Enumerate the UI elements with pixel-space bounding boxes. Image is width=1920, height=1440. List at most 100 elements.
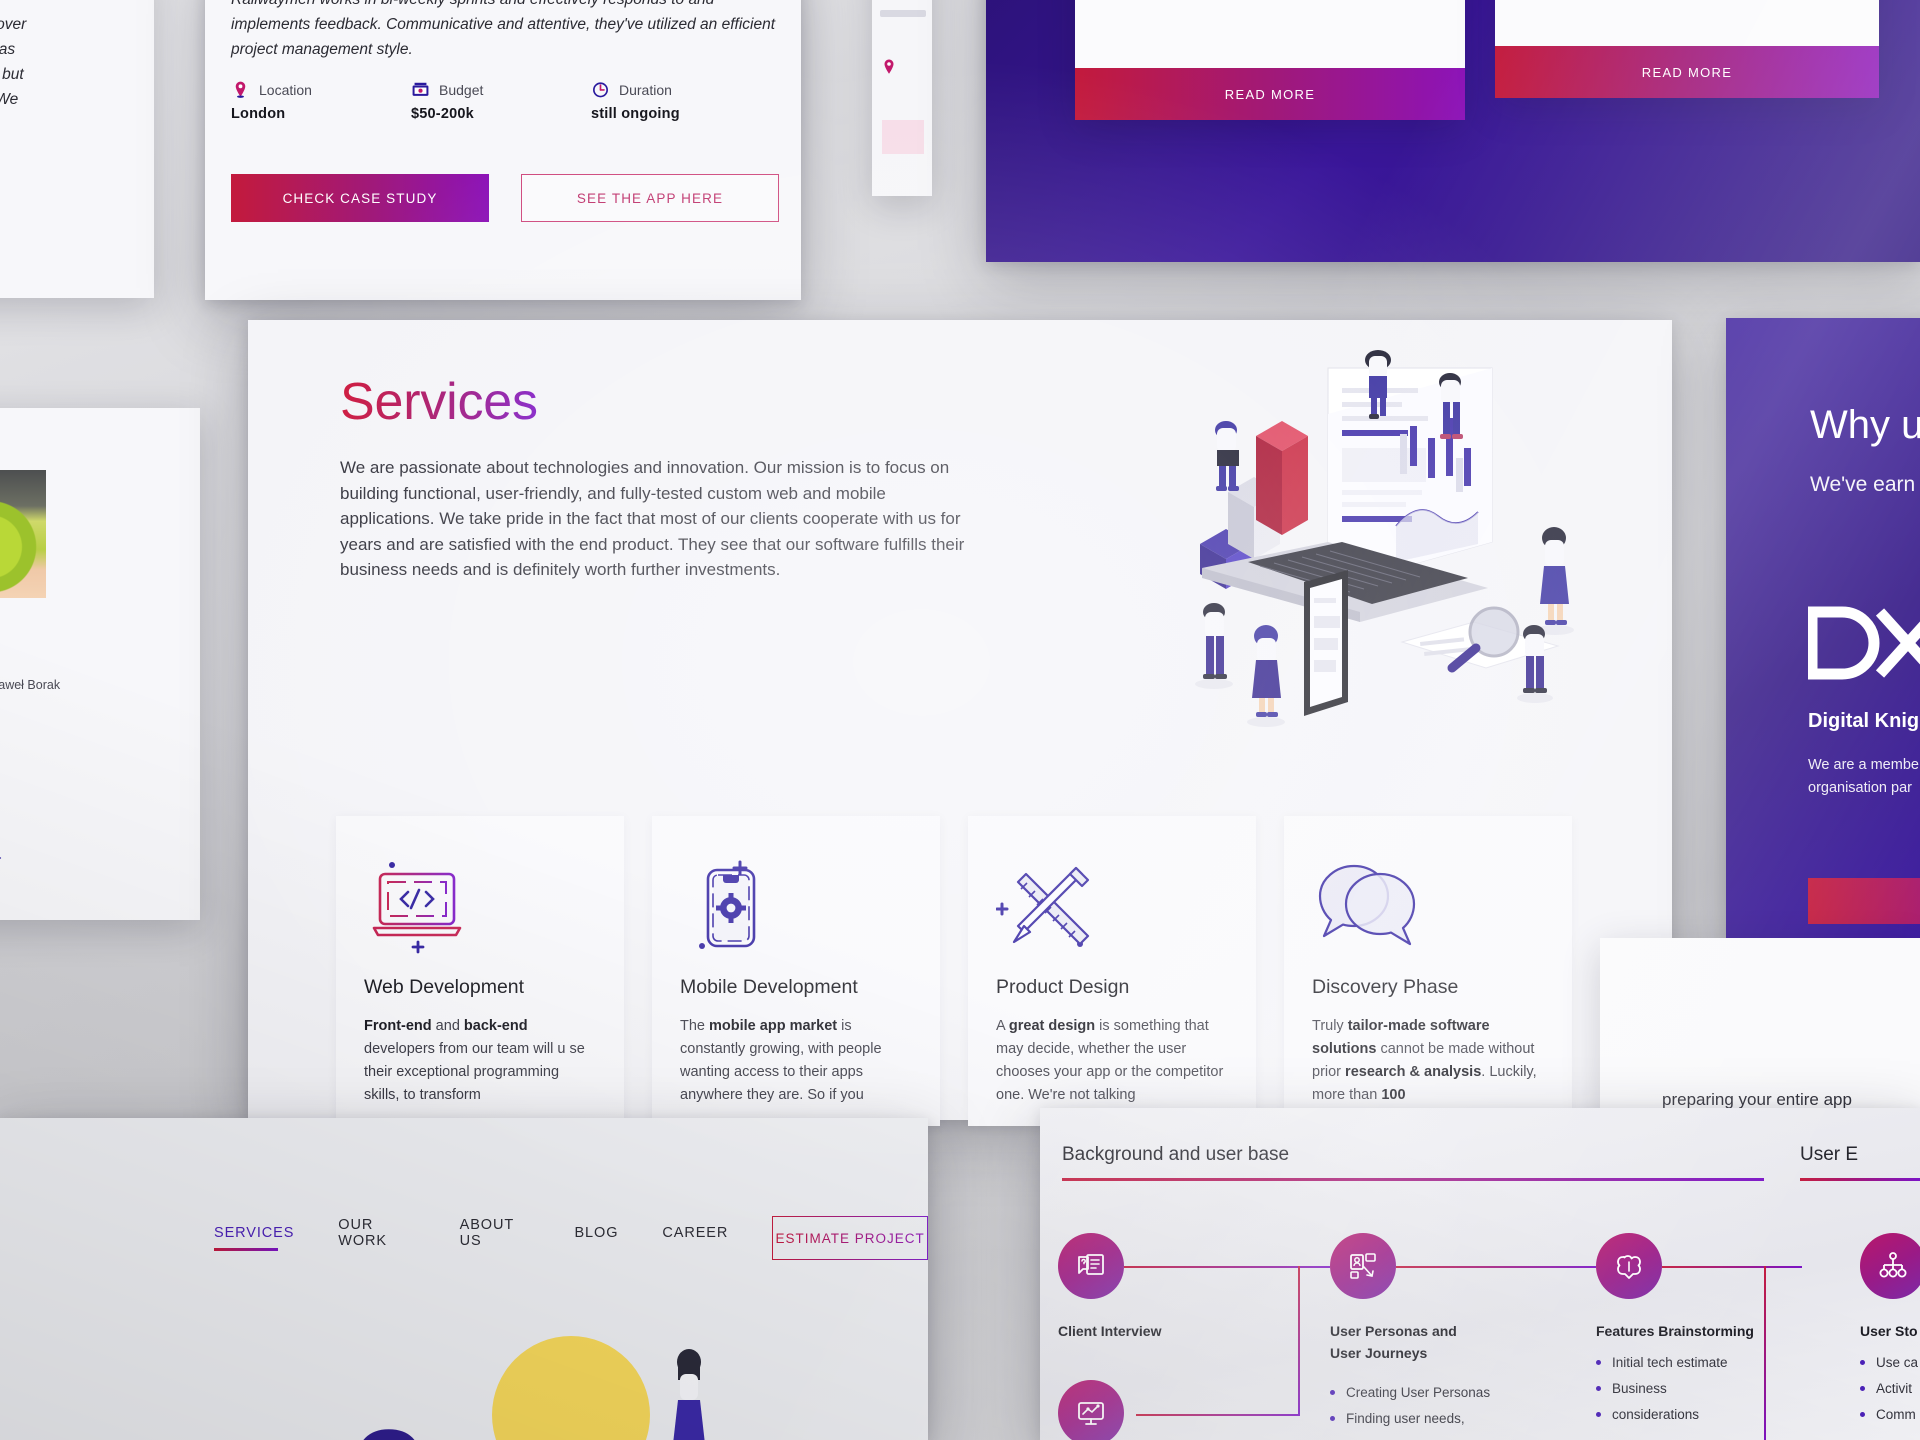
list-item: Finding user needs, [1330, 1406, 1520, 1432]
list-item: Activit [1860, 1376, 1920, 1402]
service-card-title: Mobile Development [680, 976, 858, 998]
brainstorming-icon [1617, 1255, 1641, 1279]
why-us-title: Why u [1810, 403, 1920, 447]
service-card-body: A great design is something that may dec… [996, 1018, 1224, 1103]
see-the-app-here-button[interactable]: SEE THE APP HERE [521, 174, 779, 222]
nav-item-about-us[interactable]: ABOUT US [460, 1217, 531, 1259]
partial-card-behind [872, 0, 932, 196]
process-label-client-interview: Client Interview [1058, 1323, 1162, 1339]
process-bullets-user-personas: Creating User Personas Finding user need… [1330, 1380, 1520, 1432]
blog-excerpt: ed their ne perspective [0, 774, 98, 818]
meta-budget-value: $50-200k [411, 106, 474, 122]
service-card-body: Truly tailor-made software solutions can… [1312, 1018, 1537, 1103]
why-us-cta-button[interactable] [1808, 878, 1920, 924]
hero-person-illustration [673, 1349, 705, 1440]
meta-location-value: London [231, 106, 286, 122]
blog-top-text: r how to [0, 386, 180, 403]
service-card-body: The mobile app market is constantly grow… [680, 1018, 882, 1103]
process-node-user-stories[interactable] [1860, 1233, 1920, 1299]
list-item: Initial tech estimate [1596, 1350, 1776, 1376]
clock-icon [593, 82, 608, 98]
service-card-title: Product Design [996, 976, 1130, 998]
nav-item-blog[interactable]: BLOG [574, 1225, 618, 1251]
analytics-monitor-icon [1078, 1402, 1104, 1425]
case-study-button-row: CHECK CASE STUDY SEE THE APP HERE [231, 174, 779, 222]
process-label-user-personas: User Personas and User Journeys [1330, 1323, 1457, 1361]
blog-author: Paweł Borak [0, 678, 61, 692]
process-label-features-brainstorming: Features Brainstorming [1596, 1323, 1754, 1339]
meta-budget-label: Budget [439, 81, 484, 98]
hero-letter: o [352, 1384, 425, 1440]
services-cards-row: Web Development Front-end and back-end d… [336, 816, 1572, 1126]
process-label-user-stories: User Sto [1860, 1323, 1918, 1339]
estimate-project-button[interactable]: ESTIMATE PROJECT [772, 1216, 928, 1260]
pencil-ruler-icon [996, 850, 1228, 962]
service-card-mobile-development[interactable]: Mobile Development The mobile app market… [652, 816, 940, 1126]
why-us-text: We are a membe applying to this organisa… [1808, 757, 1920, 796]
page-title: Services [340, 373, 538, 431]
mobile-gear-icon [680, 850, 912, 962]
blog-thumbnail-image [0, 470, 46, 598]
services-section-panel: Services We are passionate about technol… [248, 320, 1672, 1126]
nav-item-services[interactable]: SERVICES [214, 1225, 294, 1251]
service-card-mobile-development-overlay: anywhere they are. So if you don't have … [1495, 0, 1879, 98]
why-us-panel: Why u We've earn Digital Knigh We are a … [1726, 318, 1920, 946]
right-strip-text: preparing your entire app [1662, 1090, 1852, 1109]
blog-title[interactable]: Developer: Away [0, 708, 108, 764]
read-more-button-2[interactable]: READ MORE [1495, 46, 1879, 98]
blog-post-card-fragment: r how to Paweł Borak Developer: Away ed … [0, 408, 200, 920]
meta-duration-label: Duration [619, 81, 672, 98]
laptop-code-icon [364, 850, 596, 962]
testimonial-card-fragment: interviewing over ailwaymen was ecutive … [0, 0, 154, 298]
speech-bubbles-icon [1312, 850, 1544, 962]
why-us-brand: Digital Knigh [1808, 710, 1920, 732]
process-bullets-user-stories: Use ca Activit Comm [1860, 1350, 1920, 1428]
meta-location-label: Location [259, 81, 312, 98]
service-card-title: Discovery Phase [1312, 976, 1459, 998]
service-card-web-development[interactable]: Web Development Front-end and back-end d… [336, 816, 624, 1126]
discovery-process-diagram: Background and user base User E Client I… [1040, 1108, 1920, 1440]
meta-duration-value: still ongoing [591, 106, 680, 122]
partial-button[interactable] [882, 120, 924, 154]
service-card-product-design[interactable]: Product Design A great design is somethi… [968, 816, 1256, 1126]
digital-knights-logo [1808, 606, 1920, 680]
process-node-user-personas[interactable] [1330, 1233, 1396, 1299]
right-text-strip: preparing your entire app [1600, 938, 1920, 1118]
service-card-web-development-overlay: skills, to transform your idea into a fu… [1075, 0, 1465, 120]
client-interview-icon [1078, 1254, 1104, 1275]
nav-item-career[interactable]: CAREER [662, 1225, 728, 1251]
arrow-right-icon [0, 857, 1, 859]
process-section-title-2: User E [1800, 1144, 1859, 1165]
why-us-subtitle: We've earn [1810, 473, 1916, 496]
isometric-illustration [1195, 350, 1574, 727]
process-node-analytics[interactable] [1058, 1380, 1124, 1440]
screenshot-stage: interviewing over ailwaymen was ecutive … [0, 0, 1920, 1440]
nav-item-our-work[interactable]: OUR WORK [338, 1217, 415, 1259]
process-node-features-brainstorming[interactable] [1596, 1233, 1662, 1299]
blog-read-more-link[interactable]: Read more [0, 850, 6, 866]
main-navigation: SERVICES OUR WORK ABOUT US BLOG CAREER E… [214, 1216, 928, 1260]
hero-yellow-circle [492, 1336, 650, 1440]
check-case-study-button[interactable]: CHECK CASE STUDY [231, 174, 489, 222]
testimonial-quote: interviewing over ailwaymen was ecutive … [0, 16, 27, 108]
service-card-body: Front-end and back-end developers from o… [364, 1018, 585, 1103]
list-item-cont: considerations [1596, 1402, 1776, 1428]
user-personas-icon [1350, 1253, 1376, 1279]
location-pin-icon [235, 81, 246, 98]
list-item: Comm [1860, 1402, 1920, 1428]
service-card-title: Web Development [364, 976, 525, 998]
purple-services-section: skills, to transform your idea into a fu… [986, 0, 1920, 262]
meta-location: Location London [231, 80, 411, 123]
partial-pin-icon [884, 59, 894, 74]
read-more-button-1[interactable]: READ MORE [1075, 68, 1465, 120]
service-card-discovery-phase[interactable]: Discovery Phase Truly tailor-made softwa… [1284, 816, 1572, 1126]
list-item: Creating User Personas [1330, 1380, 1520, 1406]
user-stories-icon [1879, 1252, 1907, 1278]
meta-budget: Budget $50-200k [411, 80, 591, 123]
process-section-title-1: Background and user base [1062, 1144, 1290, 1165]
meta-duration: Duration still ongoing [591, 80, 771, 123]
services-description: We are passionate about technologies and… [340, 458, 965, 579]
case-study-card: The website has received positive feedba… [205, 0, 801, 300]
site-header-panel: SERVICES OUR WORK ABOUT US BLOG CAREER E… [0, 1118, 928, 1440]
process-node-client-interview[interactable] [1058, 1233, 1124, 1299]
